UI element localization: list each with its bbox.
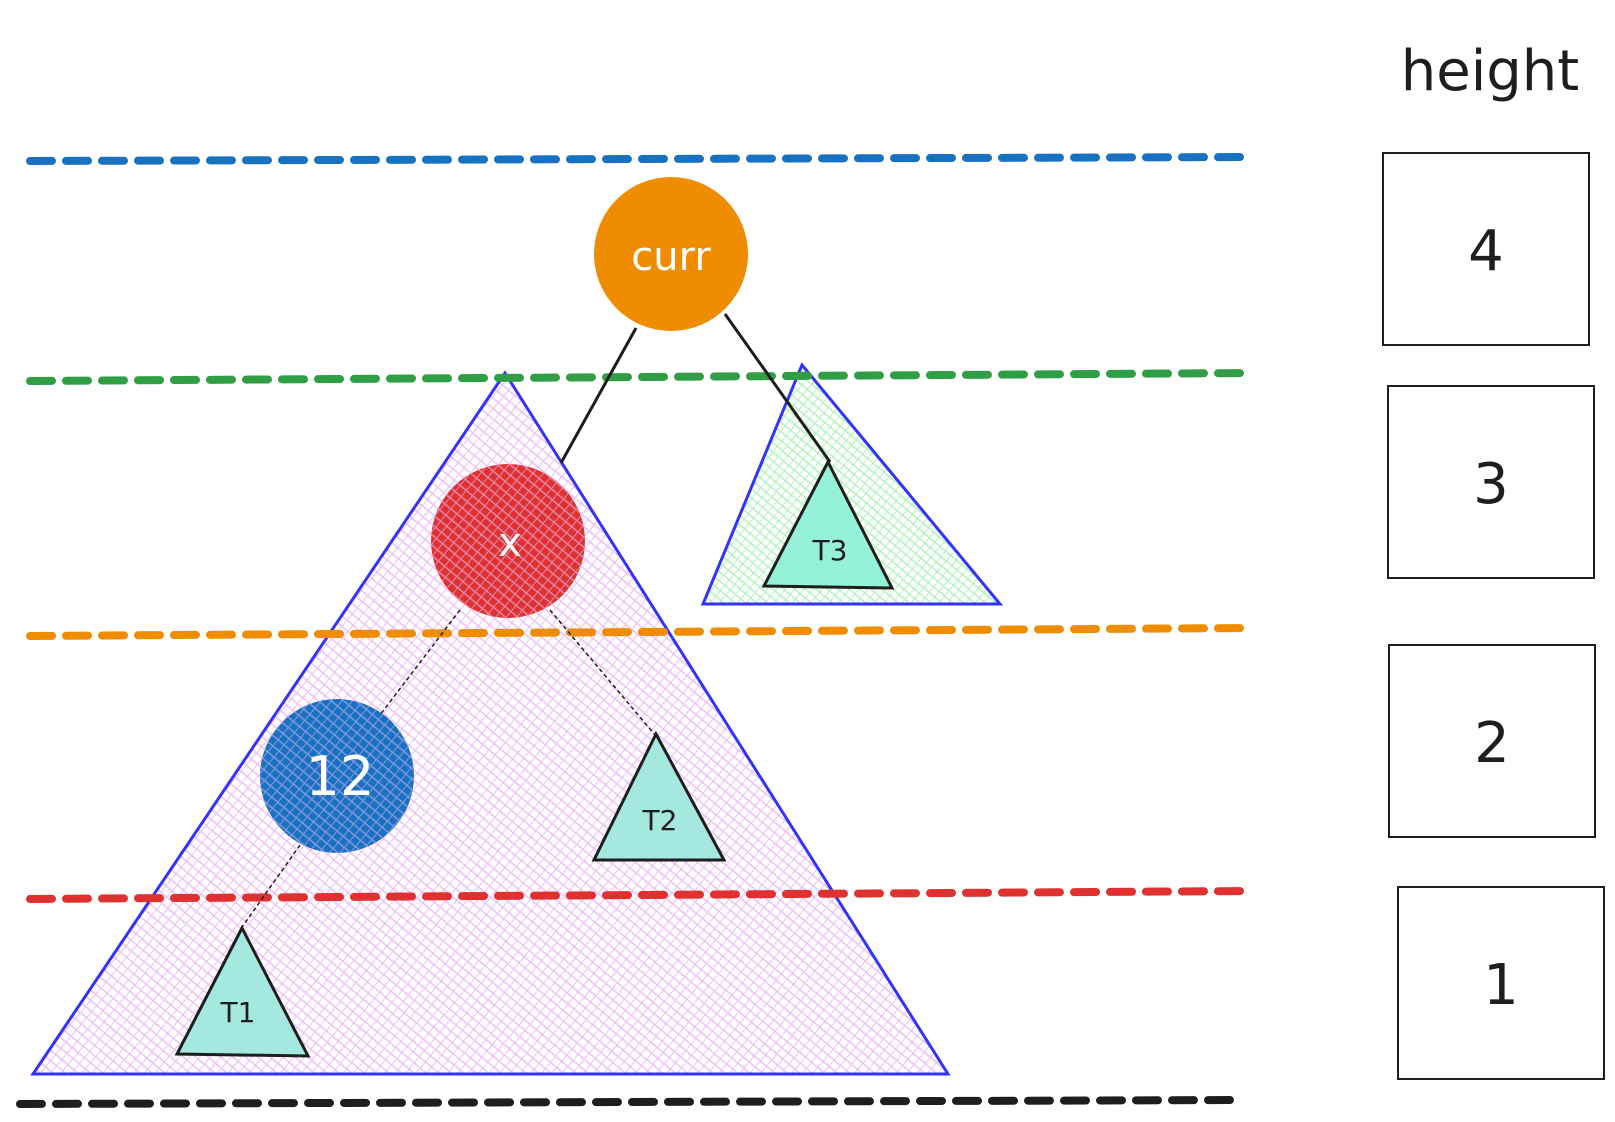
diagram-canvas: T3 T2 T1 curr x 12 height 4 3 2 1	[16, 39, 1605, 1108]
t2-label: T2	[642, 804, 678, 837]
height-value-4: 4	[1468, 219, 1504, 284]
level-line-2	[26, 624, 1254, 640]
height-value-1: 1	[1483, 953, 1519, 1018]
height-value-2: 2	[1474, 711, 1510, 776]
curr-label: curr	[631, 234, 711, 280]
level-line-3	[26, 369, 1254, 385]
height-title: height	[1401, 39, 1580, 104]
t1-label: T1	[220, 996, 256, 1029]
edge-curr-x	[559, 327, 638, 464]
t3-label: T3	[812, 534, 848, 567]
level-line-4	[26, 153, 1254, 165]
level-line-0	[16, 1096, 1244, 1108]
blue-node-label: 12	[306, 745, 375, 808]
height-value-3: 3	[1473, 452, 1509, 517]
x-label: x	[498, 520, 522, 566]
